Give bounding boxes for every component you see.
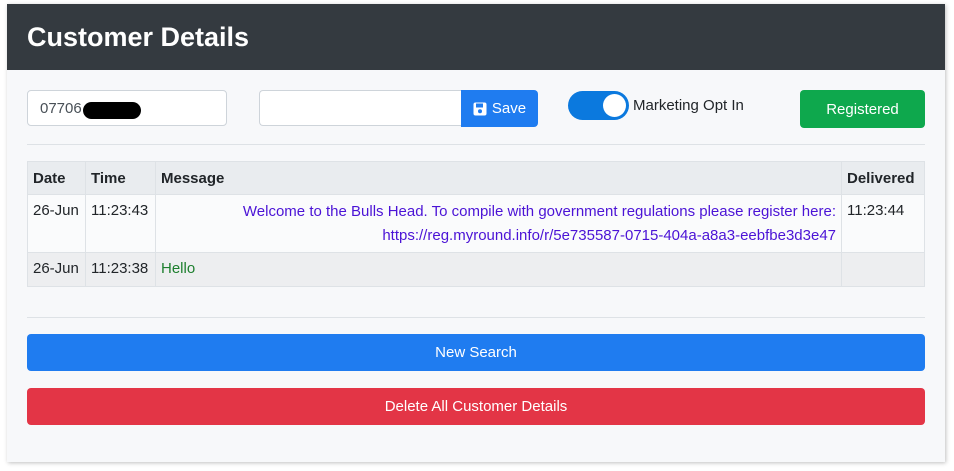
cell-message: Hello: [155, 252, 842, 287]
registered-button[interactable]: Registered: [800, 90, 925, 128]
marketing-opt-in-label: Marketing Opt In: [633, 97, 744, 114]
phone-value: 07706: [40, 99, 82, 117]
cell-delivered: [841, 252, 925, 287]
cell-date: 26-Jun: [27, 252, 86, 287]
floppy-disk-icon: [473, 102, 487, 115]
page-title: Customer Details: [7, 4, 945, 70]
new-search-button[interactable]: New Search: [27, 334, 925, 371]
cell-delivered: 11:23:44: [841, 194, 925, 253]
phone-input[interactable]: 07706: [27, 90, 227, 126]
cell-time: 11:23:38: [85, 252, 156, 287]
customer-name-input[interactable]: [259, 90, 461, 126]
marketing-opt-in-toggle[interactable]: [568, 91, 629, 120]
messages-table: Date Time Message Delivered 26-Jun 11:23…: [27, 161, 925, 287]
table-row: 26-Jun 11:23:43 Welcome to the Bulls Hea…: [27, 194, 925, 253]
column-header-date: Date: [27, 161, 86, 195]
table-row: 26-Jun 11:23:38 Hello: [27, 252, 925, 287]
save-button-label: Save: [491, 100, 527, 117]
divider: [27, 317, 925, 318]
redaction-mark: [82, 101, 141, 119]
customer-details-card: Customer Details 07706 Save Marketing Op…: [7, 4, 945, 462]
toggle-knob: [603, 94, 626, 117]
column-header-message: Message: [155, 161, 842, 195]
delete-all-customer-details-button[interactable]: Delete All Customer Details: [27, 388, 925, 425]
save-button[interactable]: Save: [461, 90, 538, 127]
message-link[interactable]: https://reg.myround.info/r/5e735587-0715…: [161, 224, 836, 248]
cell-time: 11:23:43: [85, 194, 156, 253]
cell-date: 26-Jun: [27, 194, 86, 253]
column-header-delivered: Delivered: [841, 161, 925, 195]
message-text: Welcome to the Bulls Head. To compile wi…: [242, 203, 836, 220]
divider: [27, 144, 925, 145]
cell-message: Welcome to the Bulls Head. To compile wi…: [155, 194, 842, 253]
column-header-time: Time: [85, 161, 156, 195]
